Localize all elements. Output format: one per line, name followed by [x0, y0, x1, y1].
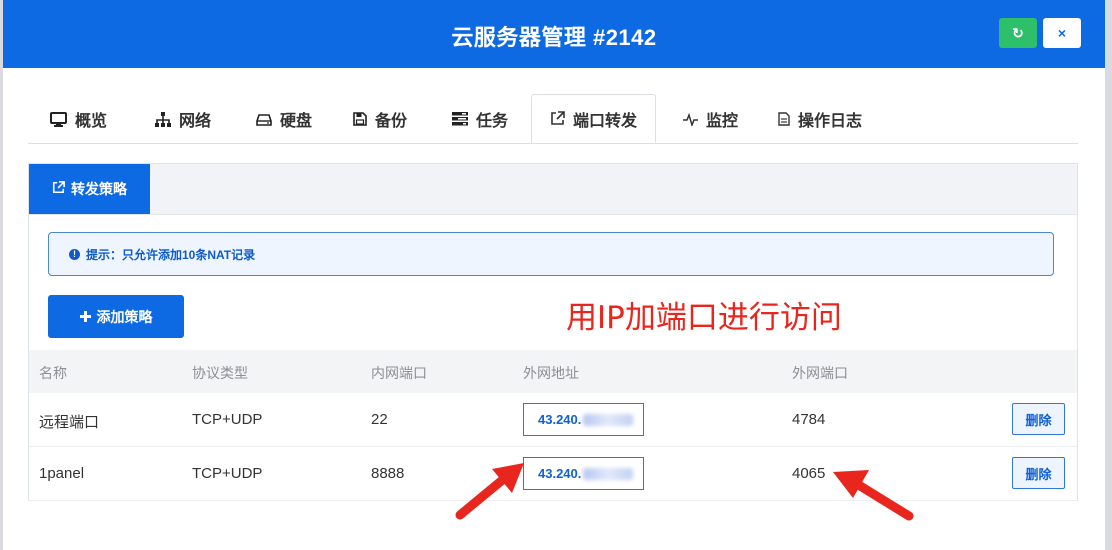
tab-label: 网络: [179, 113, 212, 130]
table-row: 1panel TCP+UDP 8888 43.240. 4065 删除: [29, 447, 1077, 501]
info-alert: ! 提示：只允许添加10条NAT记录: [48, 232, 1054, 276]
add-policy-label: 添加策略: [96, 308, 153, 325]
external-ip-button[interactable]: 43.240.: [523, 403, 644, 436]
external-link-icon: [52, 181, 65, 197]
tab-divider: [28, 143, 1078, 144]
column-header: 内网端口: [371, 365, 427, 381]
external-ip-button[interactable]: 43.240.: [523, 457, 644, 490]
subtab-label: 转发策略: [71, 181, 127, 197]
tab-network[interactable]: 网络: [155, 94, 211, 144]
tab-label: 任务: [476, 113, 509, 130]
tab-label: 操作日志: [798, 113, 863, 130]
refresh-icon: ↻: [1012, 24, 1024, 41]
cell-name: 远程端口: [39, 414, 100, 431]
tab-monitor[interactable]: 监控: [683, 94, 738, 144]
cell-name: 1panel: [39, 465, 85, 482]
redacted-ip-blur: [583, 467, 634, 480]
network-icon: [155, 111, 171, 127]
tab-label: 备份: [375, 113, 408, 130]
subtab-forward-policy[interactable]: 转发策略: [29, 164, 150, 214]
tab-disk[interactable]: 硬盘: [256, 94, 312, 144]
external-ip-text: 43.240.: [538, 412, 582, 427]
tab-label: 硬盘: [280, 113, 313, 130]
tab-port-forwarding[interactable]: 端口转发: [531, 94, 657, 143]
cell-protocol: TCP+UDP: [192, 465, 263, 482]
subtab-bar: 转发策略: [29, 164, 1077, 215]
cell-internal-port: 22: [371, 411, 388, 428]
tab-overview[interactable]: 概览: [50, 94, 107, 144]
pulse-icon: [683, 112, 698, 126]
annotation-arrow-icon: [455, 463, 524, 520]
redacted-ip-blur: [583, 413, 634, 426]
table-header: 名称 协议类型 内网端口 外网地址 外网端口: [29, 350, 1077, 393]
annotation-text: 用IP加端口进行访问: [566, 300, 842, 336]
modal-header: 云服务器管理 #2142 ↻ ×: [3, 0, 1105, 68]
file-icon: [778, 112, 790, 126]
tab-tasks[interactable]: 任务: [452, 94, 508, 144]
external-link-icon: [550, 111, 565, 126]
tab-label: 监控: [706, 113, 739, 130]
tab-operation-log[interactable]: 操作日志: [778, 94, 862, 144]
column-header: 协议类型: [192, 365, 248, 381]
delete-button[interactable]: 删除: [1012, 457, 1065, 489]
column-header: 外网端口: [792, 365, 848, 381]
tab-backup[interactable]: 备份: [353, 94, 407, 144]
server-management-modal: 云服务器管理 #2142 ↻ × 概览 网络 硬盘 备份 任务 端口转发 监控 …: [3, 0, 1105, 550]
alert-text: 提示：只允许添加10条NAT记录: [86, 247, 256, 262]
close-icon: ×: [1057, 25, 1067, 41]
port-forward-panel: 转发策略 ! 提示：只允许添加10条NAT记录 添加策略 用IP加端口进行访问 …: [28, 163, 1078, 501]
monitor-icon: [50, 111, 67, 127]
cell-external-port: 4784: [792, 411, 826, 428]
refresh-button[interactable]: ↻: [999, 18, 1037, 48]
info-icon: !: [69, 248, 80, 260]
modal-title: 云服务器管理 #2142: [451, 25, 657, 50]
add-policy-button[interactable]: 添加策略: [48, 295, 184, 338]
close-button[interactable]: ×: [1043, 18, 1081, 48]
save-icon: [353, 112, 367, 126]
cell-internal-port: 8888: [371, 465, 405, 482]
cell-protocol: TCP+UDP: [192, 411, 263, 428]
plus-icon: [79, 309, 91, 325]
tasks-icon: [452, 112, 468, 126]
delete-button[interactable]: 删除: [1012, 403, 1065, 435]
cell-external-port: 4065: [792, 465, 826, 482]
annotation-arrow-icon: [833, 470, 914, 521]
disk-icon: [256, 113, 272, 126]
tab-label: 概览: [75, 113, 108, 130]
external-ip-text: 43.240.: [538, 466, 582, 481]
column-header: 外网地址: [523, 365, 579, 381]
column-header: 名称: [39, 365, 67, 381]
table-row: 远程端口 TCP+UDP 22 43.240. 4784 删除: [29, 393, 1077, 447]
tab-label: 端口转发: [573, 112, 638, 130]
